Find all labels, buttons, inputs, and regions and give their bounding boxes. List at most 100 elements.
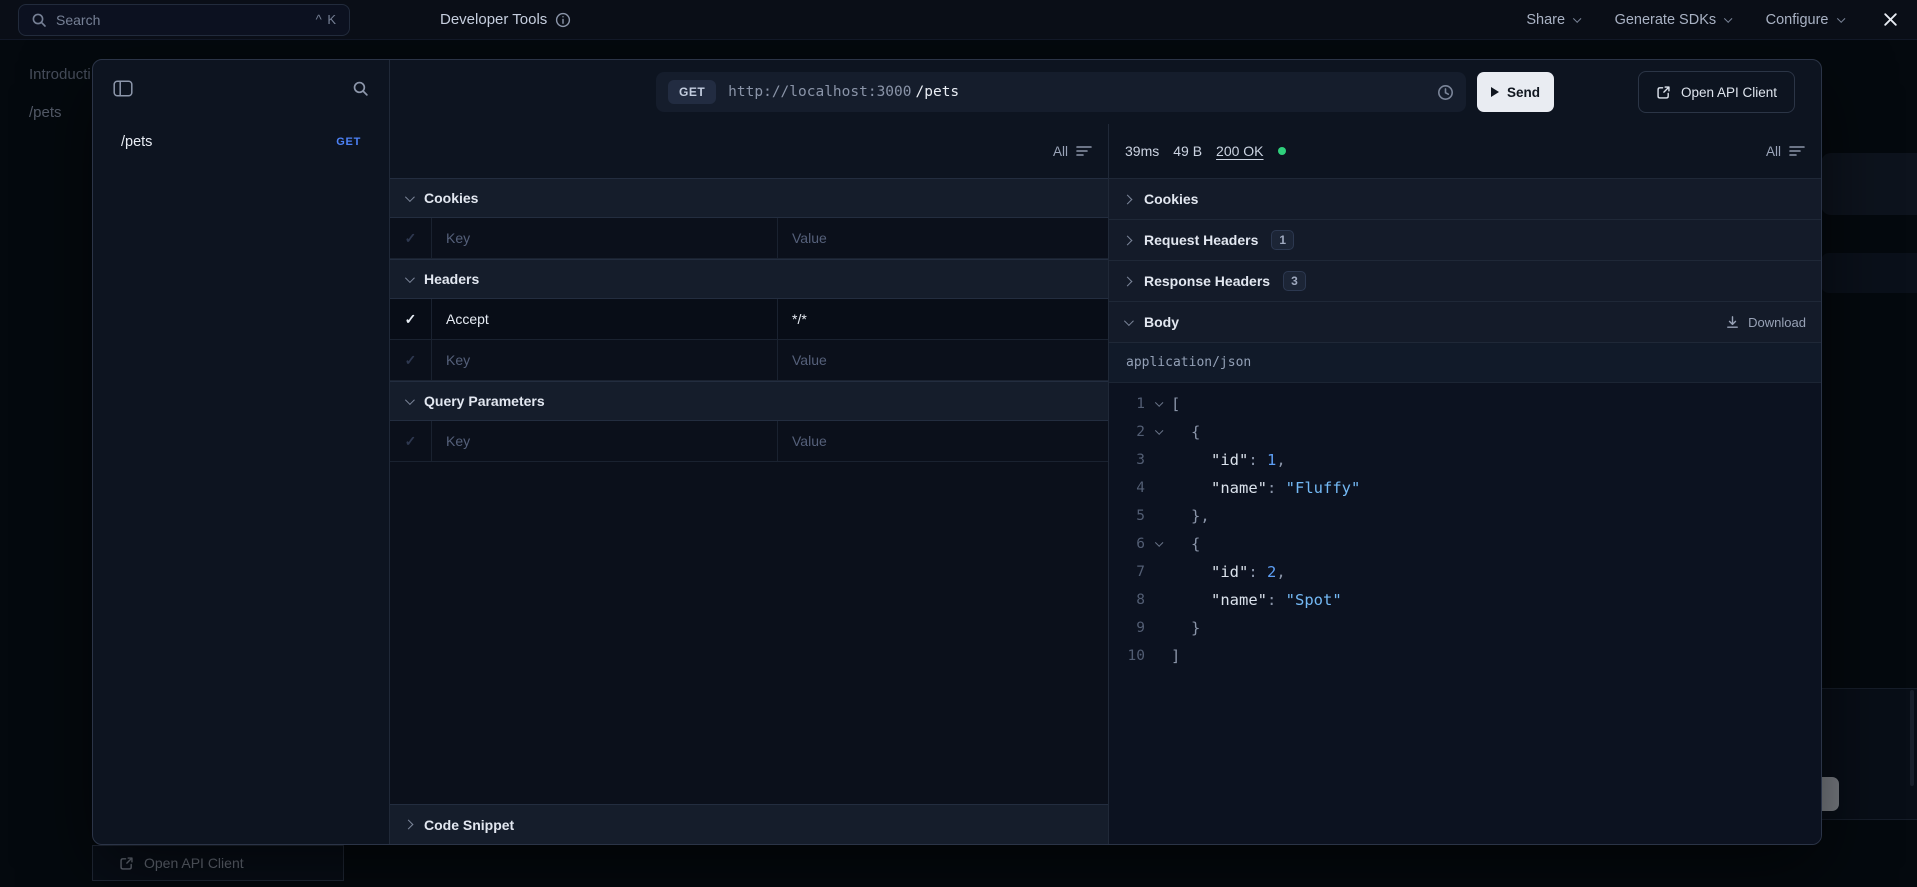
code-line: 1[ [1109, 390, 1821, 418]
count-badge: 3 [1283, 271, 1306, 291]
sidebar-toggle-icon[interactable] [113, 80, 133, 97]
line-number: 9 [1136, 620, 1145, 636]
chevron-down-icon [404, 191, 415, 202]
section-title: Response Headers [1144, 273, 1271, 289]
chevron-right-icon [403, 819, 414, 830]
param-value-input[interactable]: */* [778, 299, 1108, 339]
response-status[interactable]: 200 OK [1216, 143, 1263, 159]
section-title: Query Parameters [424, 393, 545, 409]
topbar-menus: Share Generate SDKs Configure [1526, 11, 1899, 28]
url-path: /pets [915, 84, 960, 100]
chevron-down-icon [1155, 538, 1164, 547]
param-value-input[interactable]: Value [778, 218, 1108, 258]
section-header-headers[interactable]: Headers [390, 259, 1108, 299]
param-row: ✓ Key Value [390, 421, 1108, 462]
param-key-input[interactable]: Key [432, 421, 778, 461]
response-filter[interactable]: All [1766, 144, 1805, 159]
request-filter[interactable]: All [1053, 144, 1092, 159]
code-line: 2{ [1109, 418, 1821, 446]
param-value-input[interactable]: Value [778, 340, 1108, 380]
request-bar: GET http://localhost:3000/pets Send Open… [390, 60, 1821, 124]
section-header-cookies[interactable]: Cookies [390, 178, 1108, 218]
section-title: Cookies [1144, 191, 1199, 207]
search-shortcut: ^ K [315, 12, 337, 27]
request-url-field[interactable]: GET http://localhost:3000/pets [656, 72, 1466, 112]
chevron-down-icon [1836, 14, 1845, 22]
param-key-input[interactable]: Key [432, 218, 778, 258]
play-icon [1491, 87, 1499, 97]
response-section-cookies[interactable]: Cookies [1109, 179, 1821, 220]
send-button[interactable]: Send [1477, 72, 1555, 112]
code-snippet-label: Code Snippet [424, 816, 515, 833]
response-section-request-headers[interactable]: Request Headers 1 [1109, 220, 1821, 261]
response-section-body[interactable]: Body Download [1109, 302, 1821, 343]
chevron-down-icon [1123, 315, 1134, 326]
download-label: Download [1748, 314, 1806, 330]
line-number: 3 [1136, 452, 1145, 468]
fold-toggle[interactable] [1145, 538, 1171, 547]
row-checkbox[interactable]: ✓ [390, 421, 432, 461]
fold-toggle[interactable] [1145, 426, 1171, 435]
line-number: 7 [1136, 564, 1145, 580]
code-line: 6{ [1109, 530, 1821, 558]
request-sections: Cookies ✓ Key Value Headers ✓ Accept */* ✓ Key Val… [390, 178, 1108, 462]
history-icon[interactable] [1437, 84, 1454, 101]
section-title: Headers [424, 271, 480, 287]
code-line: 3 "id": 1, [1109, 446, 1821, 474]
method-select[interactable]: GET [668, 80, 717, 104]
search-input[interactable]: Search ^ K [18, 3, 350, 36]
url-base: http://localhost:3000 [728, 84, 912, 100]
section-title: Body [1144, 314, 1179, 330]
code-line: 8 "name": "Spot" [1109, 586, 1821, 614]
download-icon [1725, 315, 1740, 330]
response-section-response-headers[interactable]: Response Headers 3 [1109, 261, 1821, 302]
param-value-input[interactable]: Value [778, 421, 1108, 461]
param-key-input[interactable]: Accept [432, 299, 778, 339]
sidebar-search-icon[interactable] [352, 80, 369, 97]
row-checkbox[interactable]: ✓ [390, 340, 432, 380]
menu-share[interactable]: Share [1526, 11, 1582, 28]
line-number: 1 [1136, 396, 1145, 412]
line-number: 10 [1127, 648, 1145, 664]
request-path: /pets [121, 134, 153, 150]
modal-sidebar: /pets GET [93, 60, 390, 844]
request-panel: All Cookies ✓ Key Value Headers ✓ Accept */* ✓ Ke… [390, 124, 1109, 844]
response-body-code: 1[2{3 "id": 1, 4 "name": "Fluffy" 5}, 6{7 "id"… [1109, 383, 1821, 844]
param-key-input[interactable]: Key [432, 340, 778, 380]
page-title-group: Developer Tools [440, 11, 571, 28]
chevron-right-icon [1122, 276, 1133, 286]
menu-share-label: Share [1526, 11, 1566, 28]
checkmark-icon: ✓ [404, 433, 417, 449]
response-meta: 39ms 49 B 200 OK [1125, 143, 1286, 159]
download-button[interactable]: Download [1725, 315, 1806, 330]
response-panel: 39ms 49 B 200 OK All Cookies Request Head… [1109, 124, 1821, 844]
request-list-item-pets[interactable]: /pets GET [107, 123, 375, 161]
page-title: Developer Tools [440, 11, 548, 28]
checkmark-icon: ✓ [404, 311, 417, 327]
info-icon[interactable] [555, 12, 571, 28]
chevron-right-icon [1122, 194, 1133, 204]
chevron-down-icon [1155, 426, 1164, 435]
code-snippet-section[interactable]: Code Snippet [390, 804, 1108, 844]
close-icon[interactable] [1882, 11, 1899, 28]
param-row: ✓ Key Value [390, 218, 1108, 259]
sidebar-header [107, 80, 375, 97]
filter-icon [1076, 146, 1092, 156]
open-api-client-button[interactable]: Open API Client [1637, 71, 1795, 113]
filter-icon [1789, 146, 1805, 156]
menu-configure[interactable]: Configure [1766, 12, 1845, 28]
code-line: 10] [1109, 642, 1821, 670]
section-title: Cookies [424, 190, 479, 206]
count-badge: 1 [1271, 230, 1295, 250]
row-checkbox[interactable]: ✓ [390, 299, 432, 339]
content-type: application/json [1109, 343, 1821, 383]
response-size: 49 B [1173, 143, 1203, 159]
search-placeholder: Search [56, 11, 101, 28]
code-line: 5}, [1109, 502, 1821, 530]
fold-toggle[interactable] [1145, 398, 1171, 407]
row-checkbox[interactable]: ✓ [390, 218, 432, 258]
section-header-query-parameters[interactable]: Query Parameters [390, 381, 1108, 421]
response-filter-label: All [1765, 143, 1781, 159]
menu-generate-sdks[interactable]: Generate SDKs [1615, 12, 1733, 28]
chevron-down-icon [1724, 14, 1733, 22]
